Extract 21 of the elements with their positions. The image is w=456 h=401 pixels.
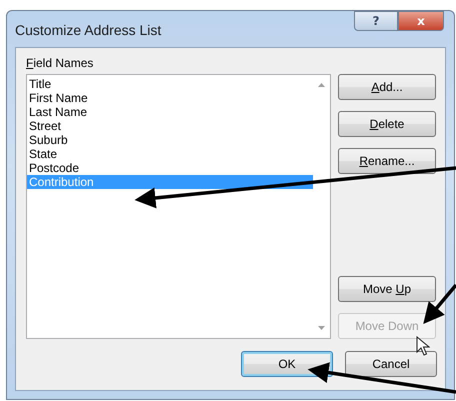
cancel-button[interactable]: Cancel — [345, 351, 437, 377]
window-title: Customize Address List — [15, 22, 162, 38]
side-button[interactable]: Move Up — [338, 276, 436, 302]
list-item[interactable]: First Name — [27, 91, 313, 105]
mouse-pointer-icon — [416, 336, 430, 356]
list-item[interactable]: Suburb — [27, 133, 313, 147]
callout-arrow — [423, 284, 456, 324]
field-names-label: Field Names — [26, 56, 94, 70]
scroll-up-icon[interactable] — [318, 83, 325, 87]
side-button[interactable]: Add... — [338, 74, 436, 100]
ok-button[interactable]: OK — [241, 351, 333, 377]
list-item[interactable]: State — [27, 147, 313, 161]
side-button[interactable]: Rename... — [338, 148, 436, 174]
side-button[interactable]: Delete — [338, 111, 436, 137]
list-item[interactable]: Last Name — [27, 105, 313, 119]
help-button[interactable]: ? — [354, 11, 398, 31]
list-item[interactable]: Title — [27, 77, 313, 91]
list-item[interactable]: Street — [27, 119, 313, 133]
field-list[interactable]: Title First Name Last Name Street Suburb State Postcode Contribution — [26, 74, 331, 339]
scroll-down-icon[interactable] — [318, 326, 325, 330]
list-item[interactable]: Postcode — [27, 161, 313, 175]
